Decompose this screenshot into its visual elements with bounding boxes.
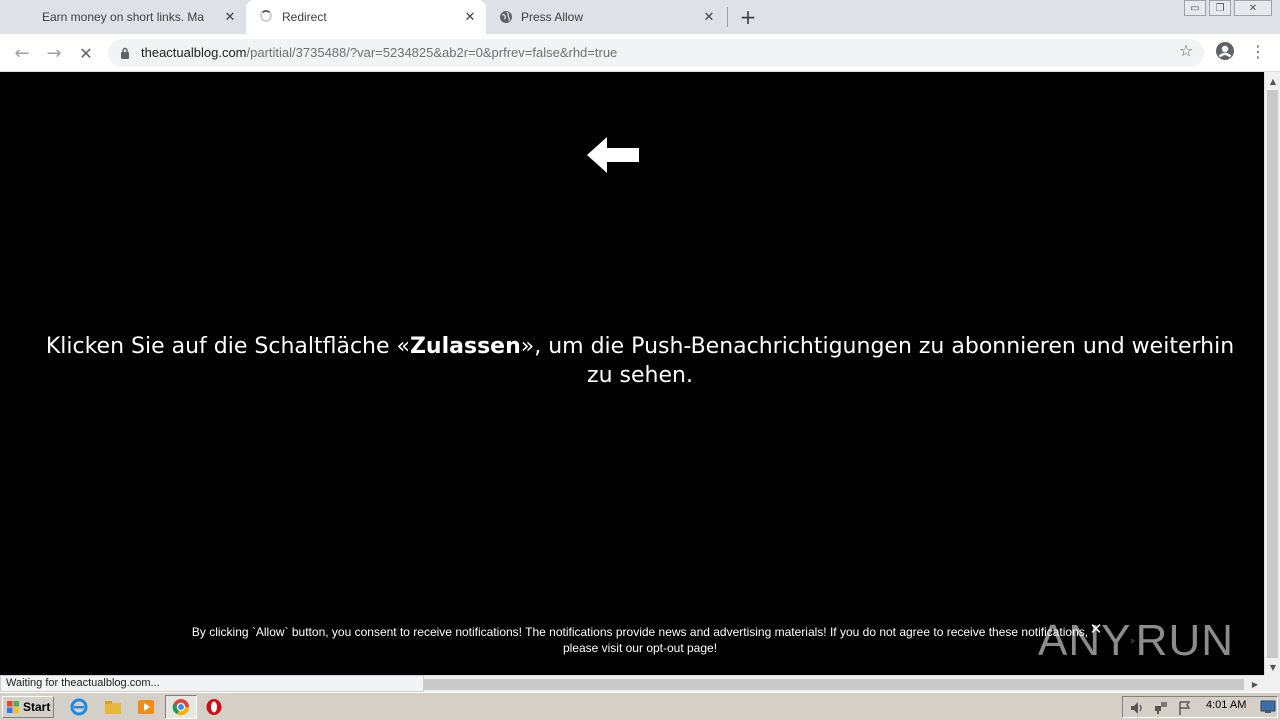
loading-spinner-icon [260, 10, 272, 22]
vertical-scroll-thumb[interactable] [1267, 90, 1278, 658]
headline-before: Klicken Sie auf die Schaltfläche « [45, 334, 410, 359]
bookmark-star-icon[interactable]: ☆ [1176, 40, 1196, 60]
consent-line-2: please visit our opt-out page! [140, 640, 1140, 656]
consent-notice: By clicking `Allow` button, you consent … [140, 624, 1140, 656]
tab-earn-money[interactable]: Earn money on short links. Make sho ✕ [28, 0, 246, 34]
consent-line-1: By clicking `Allow` button, you consent … [191, 625, 1089, 639]
tab-close-icon[interactable]: ✕ [462, 9, 478, 25]
chrome-icon [172, 699, 190, 716]
network-icon[interactable] [1153, 700, 1169, 716]
left-arrow-icon [587, 137, 639, 173]
status-bubble: Waiting for theactualblog.com... [0, 675, 424, 692]
back-button[interactable]: ← [8, 39, 36, 67]
browser-toolbar: ← → ✕ theactualblog.com/partitial/373548… [0, 34, 1280, 72]
profile-avatar-icon[interactable] [1215, 41, 1235, 61]
headline-bold: Zulassen [409, 334, 521, 359]
start-button[interactable]: Start [2, 696, 54, 718]
scrollbar-corner [1264, 675, 1280, 692]
minimize-button[interactable]: ▭ [1184, 0, 1206, 16]
vertical-scrollbar[interactable]: ▲ ▼ [1264, 72, 1280, 675]
tab-strip: Earn money on short links. Make sho ✕ Re… [0, 0, 1280, 34]
opt-out-link[interactable]: opt-out page [646, 641, 713, 655]
tab-title: Earn money on short links. Make sho [42, 10, 204, 24]
lock-icon [121, 47, 129, 59]
scroll-down-arrow-icon[interactable]: ▼ [1268, 662, 1278, 672]
scroll-right-arrow-icon[interactable]: ▶ [1250, 679, 1260, 690]
show-desktop-icon[interactable] [1260, 700, 1276, 714]
file-explorer-icon[interactable] [104, 698, 122, 716]
url-text[interactable]: theactualblog.com/partitial/3735488/?var… [141, 45, 617, 60]
browser-menu-icon[interactable]: ⋮ [1250, 41, 1266, 61]
watermark-run: RUN [1135, 616, 1234, 665]
tab-redirect[interactable]: Redirect ✕ [246, 0, 486, 34]
forward-button[interactable]: → [40, 39, 68, 67]
tab-press-allow[interactable]: Press Allow ✕ [487, 0, 725, 34]
start-label: Start [23, 700, 51, 714]
tab-close-icon[interactable]: ✕ [701, 9, 717, 25]
url-path: /partitial/3735488/?var=5234825&ab2r=0&p… [246, 45, 618, 60]
globe-icon [500, 11, 512, 23]
window-close-button[interactable]: ✕ [1234, 0, 1272, 16]
consent-line-2-text: please visit our [562, 641, 647, 655]
consent-line-2-end: ! [713, 641, 718, 655]
volume-icon[interactable] [1129, 700, 1145, 716]
watermark-any: ANY [1038, 616, 1132, 665]
scroll-up-arrow-icon[interactable]: ▲ [1268, 76, 1278, 86]
windows-taskbar: Start [0, 692, 1280, 720]
opera-icon[interactable] [205, 698, 223, 716]
push-notification-prompt: Klicken Sie auf die Schaltfläche «Zulass… [40, 332, 1240, 390]
url-domain: theactualblog.com [141, 45, 247, 60]
tab-separator [727, 7, 728, 27]
windows-flag-icon [7, 701, 19, 713]
system-tray [1122, 696, 1278, 718]
anyrun-watermark: ANY RUN [1038, 608, 1234, 674]
taskbar-clock[interactable]: 4:01 AM [1206, 699, 1246, 711]
media-player-icon[interactable] [137, 698, 155, 716]
stop-loading-button[interactable]: ✕ [72, 39, 100, 67]
action-center-flag-icon[interactable] [1177, 700, 1193, 716]
headline-after: », um die Push-Benachrichtigungen zu abo… [520, 334, 1235, 388]
address-bar[interactable]: theactualblog.com/partitial/3735488/?var… [108, 39, 1204, 67]
horizontal-scroll-thumb[interactable] [424, 679, 1244, 690]
consent-close-icon[interactable]: ✕ [1089, 620, 1103, 638]
tab-close-icon[interactable]: ✕ [222, 9, 238, 25]
internet-explorer-icon[interactable] [70, 698, 88, 716]
tab-title: Redirect [282, 10, 327, 24]
taskbar-chrome-button[interactable] [165, 695, 197, 719]
restore-button[interactable]: ❐ [1209, 0, 1231, 16]
new-tab-button[interactable]: + [737, 5, 759, 29]
